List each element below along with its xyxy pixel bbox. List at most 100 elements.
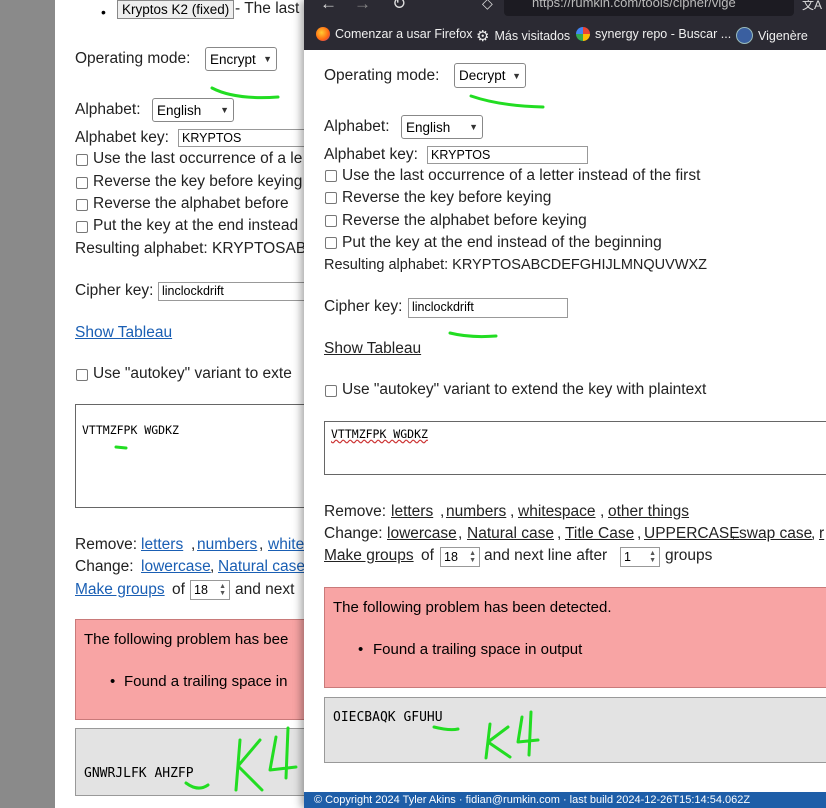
change-swap-link[interactable]: swap case bbox=[739, 525, 812, 543]
output-text: OIECBAQK GFUHU bbox=[333, 710, 443, 725]
bullet-dot: • bbox=[358, 641, 364, 658]
translate-icon[interactable]: 文A bbox=[802, 0, 822, 13]
bookmark-label: Más visitados bbox=[494, 29, 571, 43]
comma: , bbox=[557, 525, 562, 542]
browser-toolbar: ← → ↻ ◇ https://rumkin.com/tools/cipher/… bbox=[304, 0, 826, 20]
key-end-checkbox[interactable] bbox=[325, 237, 337, 249]
spinner-icon[interactable]: ▲ ▼ bbox=[469, 550, 476, 564]
make-groups-link[interactable]: Make groups bbox=[324, 547, 414, 565]
bookmark-synergy[interactable]: synergy repo - Buscar ... bbox=[576, 27, 731, 41]
change-lowercase-link[interactable]: lowercase bbox=[387, 525, 457, 543]
remove-letters-link[interactable]: letters bbox=[391, 503, 433, 521]
cipher-key-input[interactable]: linclockdrift bbox=[408, 298, 568, 318]
key-end-checkbox[interactable] bbox=[76, 221, 88, 233]
reverse-key-checkbox[interactable] bbox=[76, 177, 88, 189]
reverse-alphabet-label: Reverse the alphabet before keying bbox=[342, 212, 587, 229]
remove-numbers-link[interactable]: numbers bbox=[197, 536, 257, 554]
reverse-alphabet-checkbox[interactable] bbox=[325, 215, 337, 227]
alphabet-key-input[interactable]: KRYPTOS bbox=[427, 146, 588, 164]
group-size-value: 18 bbox=[194, 583, 208, 597]
footer-text: © Copyright 2024 Tyler Akins · fidian@ru… bbox=[314, 794, 751, 806]
gear-icon: ⚙ bbox=[476, 28, 490, 45]
group-size-input[interactable]: 18 ▲ ▼ bbox=[440, 547, 480, 567]
change-natural-link[interactable]: Natural case bbox=[218, 558, 305, 576]
comma: , bbox=[259, 536, 264, 553]
alphabet-label: Alphabet: bbox=[75, 101, 141, 118]
problem-heading: The following problem has been detected. bbox=[333, 599, 612, 616]
operating-mode-value: Encrypt bbox=[210, 51, 256, 67]
bookmark-vigenere[interactable]: Vigenère bbox=[736, 27, 808, 44]
k2-tag[interactable]: Kryptos K2 (fixed) bbox=[117, 0, 235, 19]
last-occurrence-checkbox[interactable] bbox=[76, 154, 88, 166]
output-text: GNWRJLFK AHZFP bbox=[84, 766, 194, 781]
input-textarea[interactable]: VTTMZFPK WGDKZ bbox=[75, 404, 335, 508]
spinner-icon[interactable]: ▲ ▼ bbox=[219, 583, 226, 597]
forward-icon[interactable]: → bbox=[354, 0, 371, 14]
operating-mode-select[interactable]: Decrypt ▼ bbox=[454, 63, 526, 88]
alphabet-select[interactable]: English ▼ bbox=[401, 115, 483, 139]
last-occurrence-checkbox[interactable] bbox=[325, 170, 337, 182]
remove-other-link[interactable]: other things bbox=[608, 503, 689, 521]
operating-mode-value: Decrypt bbox=[459, 68, 506, 83]
change-title-link[interactable]: Title Case bbox=[565, 525, 634, 543]
show-tableau-link[interactable]: Show Tableau bbox=[324, 340, 421, 358]
alphabet-select[interactable]: English ▼ bbox=[152, 98, 234, 122]
bullet-text: - The last bbox=[235, 0, 300, 17]
change-label: Change: bbox=[324, 525, 383, 542]
alphabet-key-input[interactable]: KRYPTOS bbox=[178, 129, 318, 147]
back-icon[interactable]: ← bbox=[320, 0, 337, 14]
cipher-key-input[interactable]: linclockdrift bbox=[158, 282, 318, 301]
make-groups-link[interactable]: Make groups bbox=[75, 581, 165, 599]
autokey-label: Use "autokey" variant to extend the key … bbox=[342, 381, 707, 398]
of-label: of bbox=[421, 547, 434, 564]
bookmark-label: Comenzar a usar Firefox bbox=[335, 27, 473, 41]
remove-numbers-link[interactable]: numbers bbox=[446, 503, 506, 521]
url-text: https://rumkin.com/tools/cipher/vige bbox=[532, 0, 736, 10]
operating-mode-label: Operating mode: bbox=[75, 50, 191, 67]
autokey-checkbox[interactable] bbox=[76, 369, 88, 381]
comma: , bbox=[637, 525, 642, 542]
comma: , bbox=[600, 503, 605, 520]
google-icon bbox=[576, 27, 590, 41]
show-tableau-link[interactable]: Show Tableau bbox=[75, 324, 172, 342]
groups-label: groups bbox=[665, 547, 713, 564]
change-uppercase-link[interactable]: UPPERCASE bbox=[644, 525, 740, 543]
next-line-input[interactable]: 1 ▲ ▼ bbox=[620, 547, 660, 567]
input-text: VTTMZFPK WGDKZ bbox=[331, 427, 428, 441]
comma: , bbox=[458, 525, 463, 542]
bookmark-label: Vigenère bbox=[758, 28, 808, 43]
remove-letters-link[interactable]: letters bbox=[141, 536, 183, 554]
and-next-label: and next bbox=[235, 581, 295, 598]
reverse-alphabet-checkbox[interactable] bbox=[76, 199, 88, 211]
alphabet-key-label: Alphabet key: bbox=[75, 129, 169, 146]
operating-mode-label: Operating mode: bbox=[324, 67, 440, 84]
change-natural-link[interactable]: Natural case bbox=[467, 525, 554, 543]
change-lowercase-link[interactable]: lowercase bbox=[141, 558, 211, 576]
input-textarea[interactable]: VTTMZFPK WGDKZ bbox=[324, 421, 826, 475]
reload-icon[interactable]: ↻ bbox=[392, 0, 406, 14]
bullet-dot: • bbox=[101, 4, 106, 20]
bookmark-most-visited[interactable]: ⚙ Más visitados bbox=[476, 27, 570, 45]
resulting-alphabet: Resulting alphabet: KRYPTOSAB bbox=[75, 240, 307, 257]
annotation-label: K4 bbox=[0, 0, 2, 1]
bookmark-label: synergy repo - Buscar ... bbox=[595, 27, 732, 41]
resulting-alphabet: Resulting alphabet: KRYPTOSABCDEFGHIJLMN… bbox=[324, 257, 708, 273]
remove-whitespace-link[interactable]: white bbox=[268, 536, 304, 554]
cipher-key-label: Cipher key: bbox=[324, 298, 403, 315]
reverse-key-label: Reverse the key before keying bbox=[93, 173, 303, 190]
operating-mode-select[interactable]: Encrypt ▼ bbox=[205, 47, 277, 71]
reverse-key-checkbox[interactable] bbox=[325, 192, 337, 204]
output-box: OIECBAQK GFUHU bbox=[324, 697, 826, 763]
change-more-link[interactable]: r bbox=[819, 525, 824, 543]
comma: , bbox=[440, 503, 445, 520]
comma: , bbox=[811, 525, 816, 542]
spinner-icon[interactable]: ▲ ▼ bbox=[649, 550, 656, 564]
group-size-input[interactable]: 18 ▲ ▼ bbox=[190, 580, 230, 600]
remove-label: Remove: bbox=[324, 503, 387, 520]
remove-whitespace-link[interactable]: whitespace bbox=[518, 503, 596, 521]
foreground-browser-window: ← → ↻ ◇ https://rumkin.com/tools/cipher/… bbox=[304, 0, 826, 808]
url-bar[interactable]: https://rumkin.com/tools/cipher/vige bbox=[504, 0, 794, 16]
autokey-checkbox[interactable] bbox=[325, 385, 337, 397]
bookmark-firefox[interactable]: Comenzar a usar Firefox bbox=[316, 27, 473, 41]
comma: , bbox=[191, 536, 196, 553]
